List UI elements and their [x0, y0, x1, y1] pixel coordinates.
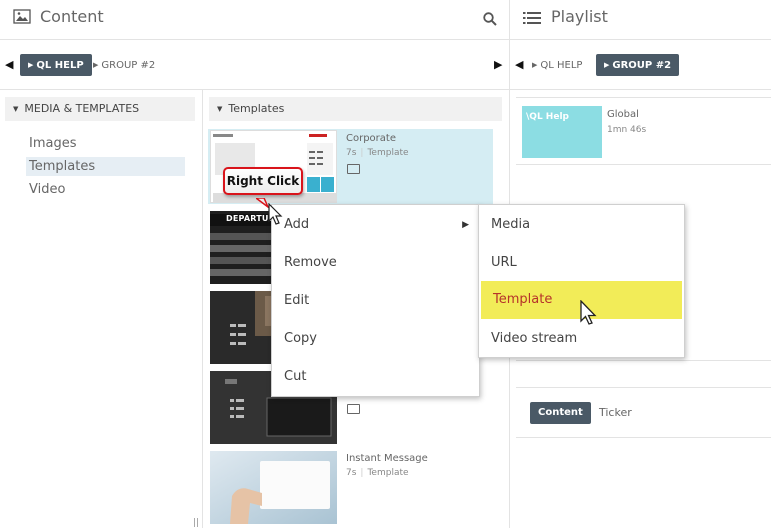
- playlist-item-duration: 1mn 46s: [607, 125, 647, 135]
- playlist-item-thumbnail[interactable]: \QL Help: [522, 106, 602, 158]
- playlist-divider-3: [516, 387, 771, 388]
- menu-item-edit[interactable]: Edit: [272, 282, 479, 320]
- playlist-group-ql-help[interactable]: ▶ QL HELP: [524, 54, 590, 76]
- media-templates-section[interactable]: ▼ MEDIA & TEMPLATES: [5, 97, 195, 121]
- template-title: Corporate: [346, 133, 396, 144]
- playlist-scroll-left-arrow[interactable]: ◀: [515, 58, 523, 71]
- playlist-group-2[interactable]: ▶ GROUP #2: [596, 54, 680, 76]
- sidebar-item-images[interactable]: Images: [26, 134, 185, 153]
- context-menu: Add ▶ Remove Edit Copy Cut: [271, 204, 480, 397]
- search-icon[interactable]: [483, 11, 497, 26]
- playlist-row-divider: [516, 164, 771, 165]
- playlist-panel-title: Playlist: [551, 7, 608, 26]
- header-divider: [0, 39, 771, 40]
- content-icon: [13, 9, 31, 24]
- content-group-2[interactable]: ▶ GROUP #2: [85, 54, 163, 76]
- sidebar-item-templates[interactable]: Templates: [26, 157, 185, 176]
- cast-icon: [347, 164, 360, 174]
- groupbar-divider: [0, 89, 771, 90]
- menu-item-remove[interactable]: Remove: [272, 244, 479, 282]
- resize-handle[interactable]: [194, 518, 198, 527]
- content-group-ql-help[interactable]: ▶ QL HELP: [20, 54, 92, 76]
- menu-item-add[interactable]: Add ▶: [272, 206, 479, 244]
- sidebar-item-video[interactable]: Video: [26, 180, 185, 199]
- content-panel-title: Content: [40, 7, 104, 26]
- playlist-thumb-label: \QL Help: [526, 112, 569, 122]
- templates-section[interactable]: ▼ Templates: [209, 97, 502, 121]
- playlist-tab-ticker[interactable]: Ticker: [591, 402, 640, 424]
- menu-item-copy[interactable]: Copy: [272, 320, 479, 358]
- playlist-tab-content[interactable]: Content: [530, 402, 591, 424]
- right-click-callout: Right Click: [223, 167, 303, 195]
- scroll-left-arrow[interactable]: ◀: [5, 58, 13, 71]
- mouse-cursor-icon: [268, 202, 284, 227]
- playlist-row-divider-top: [516, 97, 771, 98]
- submenu-arrow-icon: ▶: [462, 220, 469, 230]
- scroll-right-arrow[interactable]: ▶: [494, 58, 502, 71]
- template-meta-instant-message: 7s | Template: [346, 468, 409, 478]
- template-meta: 7s | Template: [346, 148, 409, 158]
- instant-message-thumbnail[interactable]: [210, 451, 337, 524]
- sidebar-divider: [202, 90, 203, 528]
- cast-icon-4: [347, 404, 360, 414]
- submenu-item-media[interactable]: Media: [479, 206, 684, 244]
- menu-item-cut[interactable]: Cut: [272, 358, 479, 396]
- playlist-item-title: Global: [607, 109, 639, 120]
- callout-pointer: [253, 193, 270, 210]
- playlist-divider-2: [516, 360, 771, 361]
- list-icon: [523, 10, 541, 24]
- submenu-item-url[interactable]: URL: [479, 244, 684, 282]
- add-submenu: Media URL Template Video stream: [478, 204, 685, 358]
- mouse-cursor-icon-submenu: [580, 299, 598, 328]
- playlist-divider-4: [516, 437, 771, 438]
- template-title-instant-message: Instant Message: [346, 453, 428, 464]
